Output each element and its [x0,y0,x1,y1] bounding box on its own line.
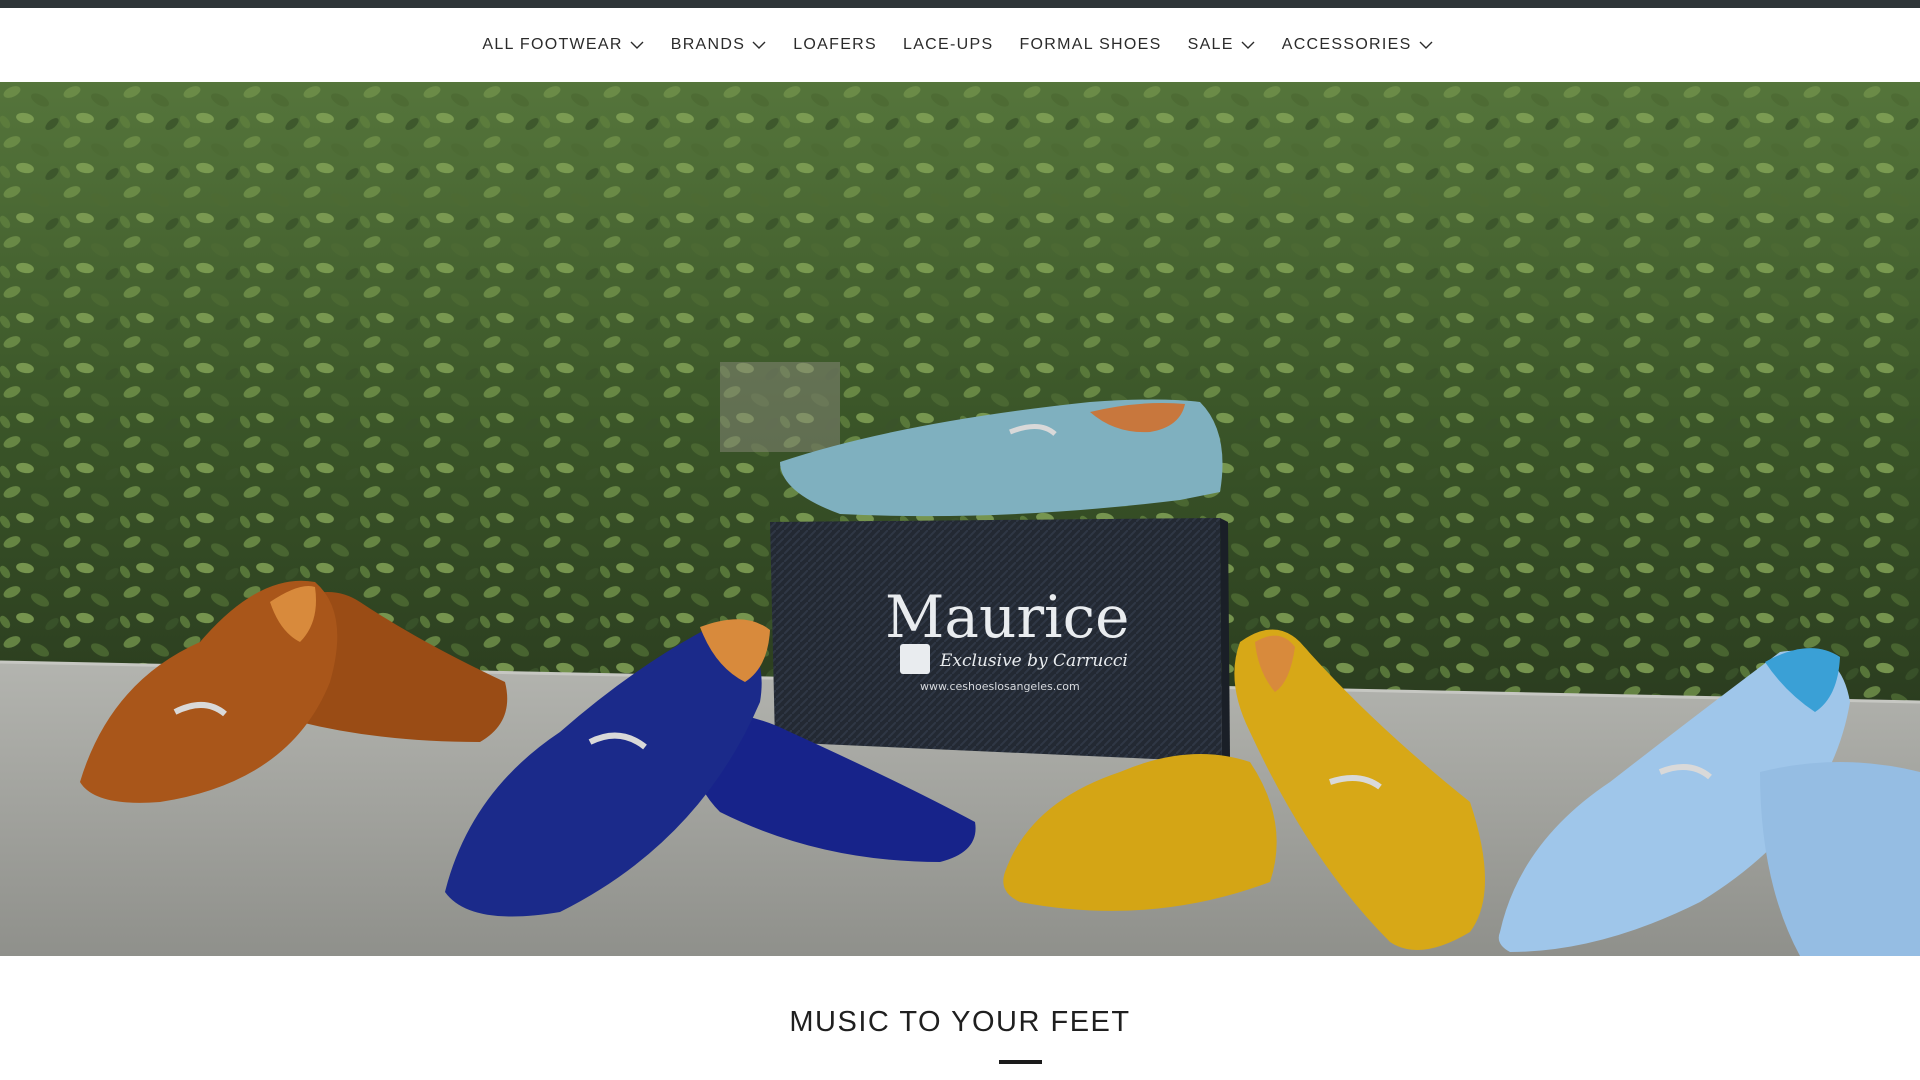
nav-item-label: BRANDS [670,36,746,53]
nav-item-all-footwear[interactable]: ALL FOOTWEAR [469,25,657,65]
section-title: MUSIC TO YOUR FEET [789,1006,1131,1038]
main-navigation: ALL FOOTWEAR BRANDS LOAFERS LACE-UPS FOR… [0,8,1920,82]
nav-item-label: LOAFERS [793,36,878,53]
top-strip [0,0,1920,8]
title-underline [999,1060,1042,1064]
nav-item-label: ALL FOOTWEAR [482,36,623,53]
nav-item-label: LACE-UPS [903,36,994,53]
nav-item-lace-ups[interactable]: LACE-UPS [890,25,1006,65]
nav-item-sale[interactable]: SALE [1175,25,1269,65]
nav-item-loafers[interactable]: LOAFERS [780,25,890,65]
chevron-down-icon [751,37,767,53]
box-url-text: www.ceshoeslosangeles.com [920,680,1080,693]
chevron-down-icon [1418,37,1434,53]
nav-item-label: SALE [1187,36,1234,53]
nav-item-label: FORMAL SHOES [1019,36,1162,53]
chevron-down-icon [629,37,645,53]
nav-item-formal-shoes[interactable]: FORMAL SHOES [1006,25,1174,65]
hero-banner-image[interactable]: Maurice Exclusive by Carrucci www.ceshoe… [0,82,1920,956]
nav-item-accessories[interactable]: ACCESSORIES [1269,25,1447,65]
nav-item-label: ACCESSORIES [1281,36,1412,53]
chevron-down-icon [1240,37,1256,53]
box-brand-text: Maurice [885,583,1129,651]
shoe-box: Maurice Exclusive by Carrucci www.ceshoe… [770,518,1230,762]
nav-item-brands[interactable]: BRANDS [658,25,780,65]
box-tagline-text: Exclusive by Carrucci [939,651,1128,671]
